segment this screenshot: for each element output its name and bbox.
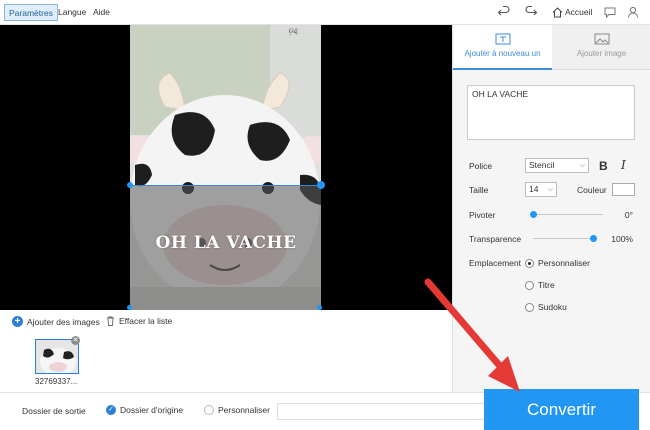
size-value: 14	[529, 184, 539, 194]
tab-add-image-label: Ajouter image	[576, 49, 627, 58]
app-window: Paramètres Langue Aide Accueil ଡ଼ୡ OH LA…	[0, 0, 650, 430]
size-select[interactable]: 14 ⌵	[525, 182, 557, 197]
radio-icon	[525, 280, 534, 290]
chevron-down-icon: ⌵	[547, 186, 553, 193]
rotate-slider-track[interactable]	[533, 214, 603, 215]
transparency-slider-track[interactable]	[533, 238, 593, 239]
location-option-customize[interactable]: Personnaliser	[525, 258, 590, 268]
redo-icon[interactable]	[524, 5, 538, 19]
thumbnail-filename: 32769337...	[35, 377, 78, 386]
rotate-value: 0°	[624, 210, 633, 220]
undo-icon[interactable]	[497, 5, 511, 19]
rotate-label: Pivoter	[469, 210, 496, 220]
origin-folder-option[interactable]: ✓ Dossier d'origine	[106, 405, 183, 415]
plus-icon: +	[12, 316, 23, 327]
origin-folder-label: Dossier d'origine	[120, 405, 184, 415]
location-option-label: Sudoku	[538, 302, 567, 312]
clear-list-label: Effacer la liste	[119, 316, 173, 326]
home-label: Accueil	[565, 7, 593, 17]
tab-add-image[interactable]: Ajouter image	[552, 25, 650, 70]
corner-logo: ଡ଼ୡ	[288, 27, 299, 35]
settings-panel: Ajouter à nouveau un texte Ajouter image…	[452, 25, 650, 392]
custom-folder-label: Personnaliser	[218, 405, 270, 415]
radio-selected-icon	[525, 258, 534, 268]
watermark-text-preview[interactable]: OH LA VACHE	[153, 233, 299, 253]
resize-handle-top-right[interactable]	[317, 181, 325, 189]
trash-icon	[107, 316, 114, 326]
italic-button[interactable]: I	[621, 158, 626, 172]
font-select[interactable]: Stencil ⌵	[525, 158, 589, 173]
text-tab-icon	[495, 33, 510, 45]
menu-help[interactable]: Aide	[89, 4, 114, 21]
transparency-label: Transparence	[469, 234, 522, 244]
rotate-slider-thumb[interactable]	[530, 211, 537, 218]
color-label: Couleur	[577, 185, 607, 195]
chat-icon[interactable]	[603, 5, 617, 19]
home-button[interactable]: Accueil	[552, 5, 592, 19]
add-images-button[interactable]: + Ajouter des images	[12, 316, 100, 327]
chevron-down-icon: ⌵	[579, 162, 585, 169]
resize-handle-top-left[interactable]	[127, 182, 133, 188]
convert-button[interactable]: Convertir	[484, 389, 639, 430]
add-images-label: Ajouter des images	[27, 316, 100, 327]
radio-icon	[204, 405, 214, 415]
custom-folder-option[interactable]: Personnaliser	[204, 405, 270, 415]
size-label: Taille	[469, 185, 489, 195]
watermark-text-input[interactable]: OH LA VACHE	[467, 85, 635, 140]
home-icon	[552, 6, 563, 17]
user-icon[interactable]	[626, 5, 640, 19]
image-preview: ଡ଼ୡ OH LA VACHE	[0, 25, 452, 310]
check-icon: ✓	[106, 405, 116, 415]
location-option-title[interactable]: Titre	[525, 280, 555, 290]
output-folder-label: Dossier de sortie	[22, 406, 86, 416]
location-label: Emplacement	[469, 258, 521, 268]
image-list-area: + Ajouter des images Effacer la liste ✕ …	[0, 310, 452, 392]
color-picker[interactable]	[612, 183, 635, 196]
menu-settings[interactable]: Paramètres	[4, 4, 58, 21]
clear-list-button[interactable]: Effacer la liste	[106, 316, 172, 326]
menubar: Paramètres Langue Aide Accueil	[0, 0, 650, 25]
thumbnail-image	[36, 340, 78, 373]
transparency-value: 100%	[611, 234, 633, 244]
bold-button[interactable]: B	[599, 159, 608, 173]
font-value: Stencil	[529, 160, 555, 170]
menu-language[interactable]: Langue	[54, 4, 90, 21]
remove-thumbnail-close-icon[interactable]: ✕	[71, 336, 80, 345]
output-path-input[interactable]	[277, 403, 487, 420]
location-option-label: Titre	[538, 280, 555, 290]
tab-add-text[interactable]: Ajouter à nouveau un texte	[453, 25, 552, 70]
image-tab-icon	[594, 33, 609, 45]
location-option-sudoku[interactable]: Sudoku	[525, 302, 567, 312]
font-label: Police	[469, 161, 493, 171]
tab-add-text-label: Ajouter à nouveau un texte	[464, 49, 541, 60]
location-option-label: Personnaliser	[538, 258, 590, 268]
transparency-slider-thumb[interactable]	[590, 235, 597, 242]
radio-icon	[525, 302, 534, 312]
